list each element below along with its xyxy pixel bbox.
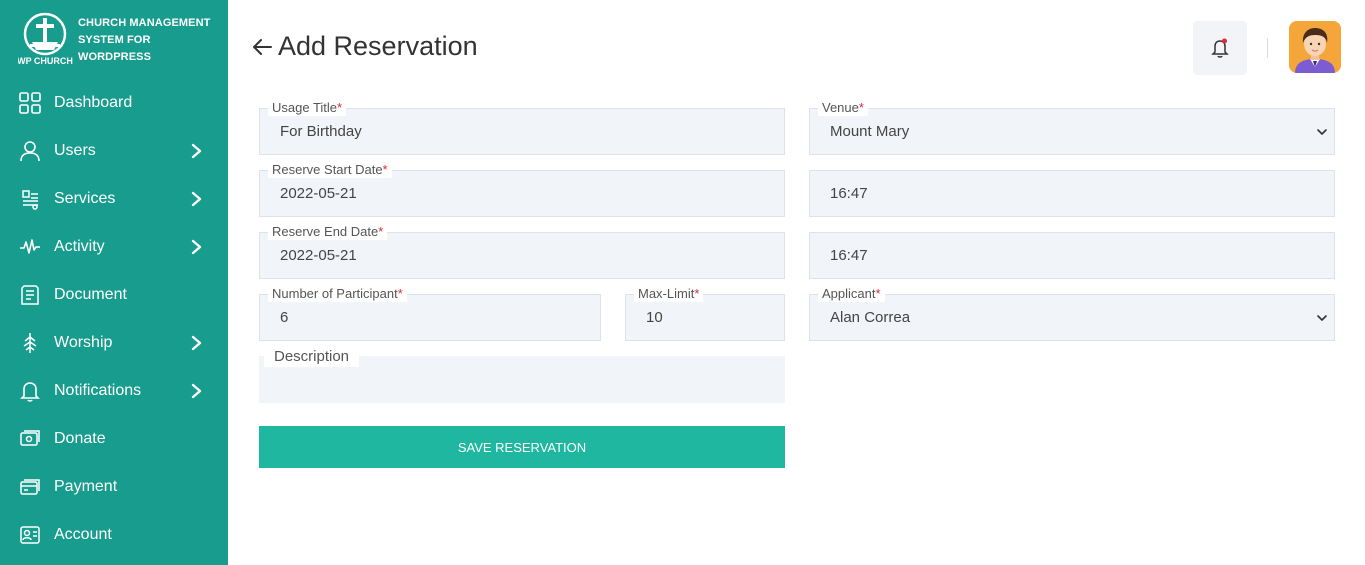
reserve-end-time-field[interactable]: 16:47	[809, 232, 1335, 279]
sidebar-item-dashboard[interactable]: Dashboard	[0, 79, 228, 127]
sidebar-item-label: Donate	[54, 430, 106, 447]
brand[interactable]: WP CHURCH CHURCH MANAGEMENT SYSTEM FOR W…	[18, 12, 223, 68]
brand-name: CHURCH MANAGEMENT SYSTEM FOR WORDPRESS	[78, 15, 223, 66]
chevron-down-icon	[1317, 128, 1327, 135]
reserve-start-time-value: 16:47	[830, 185, 868, 202]
max-limit-value: 10	[646, 309, 663, 326]
document-icon	[19, 284, 41, 306]
brand-line-2: SYSTEM FOR	[78, 34, 151, 46]
services-icon	[19, 188, 41, 210]
arrow-left-icon[interactable]	[251, 35, 273, 59]
header-divider	[1267, 38, 1268, 58]
sidebar-item-label: Users	[54, 142, 96, 159]
participants-label-text: Number of Participant	[272, 286, 398, 301]
sidebar-item-label: Worship	[54, 334, 113, 351]
sidebar-item-donate[interactable]: Donate	[0, 415, 228, 463]
venue-select[interactable]: Venue* Mount Mary	[809, 100, 1335, 155]
sidebar-item-notifications[interactable]: Notifications	[0, 367, 228, 415]
required-mark: *	[378, 224, 384, 239]
donate-icon	[19, 428, 41, 450]
participants-label: Number of Participant*	[268, 286, 407, 302]
max-limit-label: Max-Limit*	[634, 286, 704, 302]
worship-icon	[19, 332, 41, 354]
reserve-end-date-field[interactable]: Reserve End Date* 2022-05-21	[259, 224, 785, 279]
chevron-right-icon	[190, 383, 204, 399]
account-icon	[19, 524, 41, 546]
sidebar-item-account[interactable]: Account	[0, 511, 228, 559]
sidebar-item-label: Document	[54, 286, 127, 303]
max-limit-field[interactable]: Max-Limit* 10	[625, 286, 785, 341]
participants-field[interactable]: Number of Participant* 6	[259, 286, 601, 341]
chevron-right-icon	[190, 335, 204, 351]
logo-text: WP CHURCH	[18, 56, 73, 66]
sidebar-item-label: Notifications	[54, 382, 142, 399]
chevron-right-icon	[190, 191, 204, 207]
applicant-select[interactable]: Applicant* Alan Correa	[809, 286, 1335, 341]
sidebar-item-label: Activity	[54, 238, 105, 255]
page-title: Add Reservation	[278, 31, 478, 61]
chevron-right-icon	[190, 239, 204, 255]
dashboard-icon	[19, 92, 41, 114]
sidebar-item-users[interactable]: Users	[0, 127, 228, 175]
bell-icon	[1211, 38, 1229, 58]
user-avatar-icon	[1289, 21, 1341, 73]
applicant-value: Alan Correa	[830, 309, 911, 326]
payment-icon	[19, 476, 41, 498]
chevron-down-icon	[1317, 314, 1327, 321]
required-mark: *	[397, 286, 403, 301]
reserve-start-date-value: 2022-05-21	[280, 185, 357, 202]
reserve-start-time-field[interactable]: 16:47	[809, 170, 1335, 217]
sidebar-item-document[interactable]: Document	[0, 271, 228, 319]
activity-icon	[19, 236, 41, 258]
sidebar-item-activity[interactable]: Activity	[0, 223, 228, 271]
sidebar-item-services[interactable]: Services	[0, 175, 228, 223]
description-label: Description	[264, 347, 360, 367]
required-mark: *	[382, 162, 388, 177]
sidebar-item-label: Payment	[54, 478, 118, 495]
sidebar-item-payment[interactable]: Payment	[0, 463, 228, 511]
reserve-end-date-value: 2022-05-21	[280, 247, 357, 264]
description-textarea[interactable]: Description	[259, 347, 785, 403]
sidebar-item-label: Services	[54, 190, 116, 207]
user-icon	[19, 140, 41, 162]
chevron-right-icon	[190, 143, 204, 159]
brand-line-3: WORDPRESS	[78, 51, 152, 63]
reserve-start-date-field[interactable]: Reserve Start Date* 2022-05-21	[259, 162, 785, 217]
sidebar: WP CHURCH CHURCH MANAGEMENT SYSTEM FOR W…	[0, 0, 228, 565]
sidebar-nav: Dashboard Users Services Activity Docume…	[0, 79, 228, 559]
sidebar-item-label: Dashboard	[54, 94, 133, 111]
sidebar-item-worship[interactable]: Worship	[0, 319, 228, 367]
notifications-button[interactable]	[1193, 21, 1247, 75]
usage-title-field[interactable]: Usage Title* For Birthday	[259, 100, 785, 155]
participants-value: 6	[280, 309, 289, 326]
required-mark: *	[694, 286, 700, 301]
save-reservation-button[interactable]: SAVE RESERVATION	[259, 426, 785, 468]
church-logo-icon: WP CHURCH	[18, 12, 73, 66]
venue-value: Mount Mary	[830, 123, 910, 140]
notification-dot	[1222, 38, 1227, 44]
bell-icon	[19, 380, 41, 402]
sidebar-item-label: Account	[54, 526, 112, 543]
brand-line-1: CHURCH MANAGEMENT	[78, 17, 211, 29]
avatar[interactable]	[1289, 21, 1341, 73]
usage-title-value: For Birthday	[280, 123, 362, 140]
reserve-end-time-value: 16:47	[830, 247, 868, 264]
